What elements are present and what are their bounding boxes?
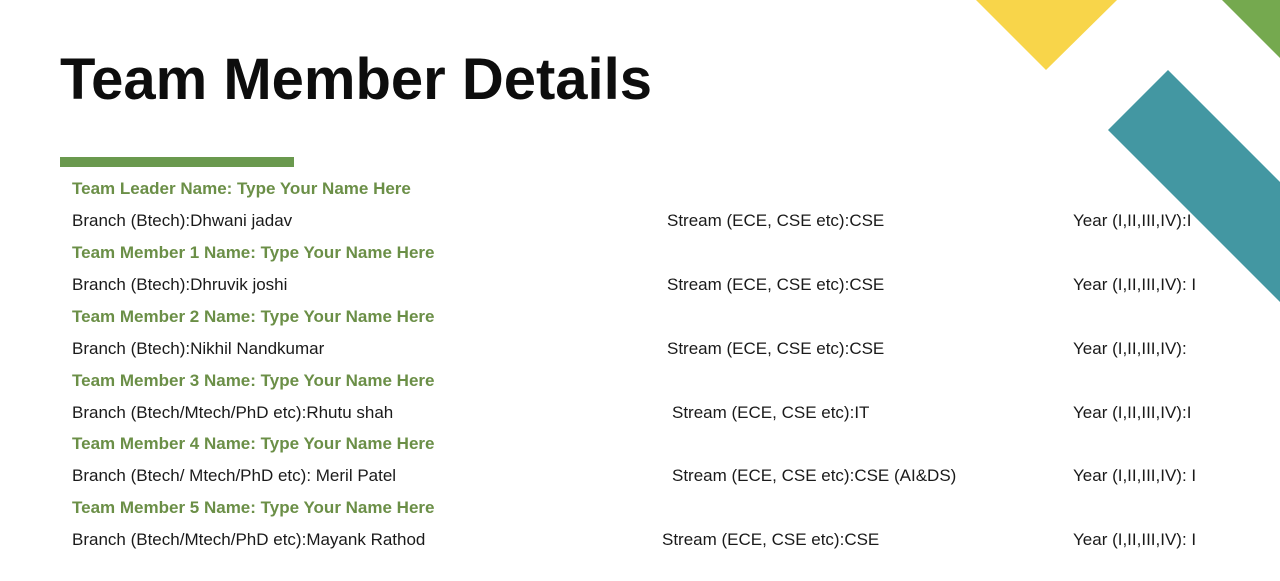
branch-field: Branch (Btech/ Mtech/PhD etc): Meril Pat… — [72, 466, 397, 485]
stream-field: Stream (ECE, CSE etc):CSE — [662, 530, 880, 549]
member-2-name: Team Member 2 Name: Type Your Name Here — [72, 307, 435, 326]
stream-field: Stream (ECE, CSE etc):CSE — [667, 275, 885, 294]
member-1-name: Team Member 1 Name: Type Your Name Here — [72, 243, 435, 262]
member-3-info-row: Branch (Btech/Mtech/PhD etc):Rhutu shah … — [0, 402, 1280, 424]
branch-field: Branch (Btech/Mtech/PhD etc):Rhutu shah — [72, 403, 394, 422]
branch-field: Branch (Btech/Mtech/PhD etc):Mayank Rath… — [72, 530, 426, 549]
member-3-name: Team Member 3 Name: Type Your Name Here — [72, 371, 435, 390]
member-5-info-row: Branch (Btech/Mtech/PhD etc):Mayank Rath… — [0, 529, 1280, 551]
member-4-name: Team Member 4 Name: Type Your Name Here — [72, 434, 435, 453]
year-field: Year (I,II,III,IV): — [1073, 339, 1187, 358]
year-field: Year (I,II,III,IV): I — [1073, 275, 1197, 294]
year-field: Year (I,II,III,IV):I — [1073, 211, 1192, 230]
branch-field: Branch (Btech):Dhruvik joshi — [72, 275, 288, 294]
branch-field: Branch (Btech):Nikhil Nandkumar — [72, 339, 325, 358]
team-leader-info-row: Branch (Btech):Dhwani jadav Stream (ECE,… — [0, 210, 1280, 232]
team-leader-name: Team Leader Name: Type Your Name Here — [72, 179, 411, 198]
year-field: Year (I,II,III,IV): I — [1073, 466, 1197, 485]
year-field: Year (I,II,III,IV): I — [1073, 530, 1197, 549]
branch-field: Branch (Btech):Dhwani jadav — [72, 211, 293, 230]
member-5-name: Team Member 5 Name: Type Your Name Here — [72, 498, 435, 517]
member-list: Team Leader Name: Type Your Name Here Br… — [0, 0, 1280, 581]
stream-field: Stream (ECE, CSE etc):IT — [672, 403, 870, 422]
year-field: Year (I,II,III,IV):I — [1073, 403, 1192, 422]
member-2-info-row: Branch (Btech):Nikhil Nandkumar Stream (… — [0, 338, 1280, 360]
stream-field: Stream (ECE, CSE etc):CSE (AI&DS) — [672, 466, 957, 485]
member-1-info-row: Branch (Btech):Dhruvik joshi Stream (ECE… — [0, 274, 1280, 296]
stream-field: Stream (ECE, CSE etc):CSE — [667, 339, 885, 358]
stream-field: Stream (ECE, CSE etc):CSE — [667, 211, 885, 230]
member-4-info-row: Branch (Btech/ Mtech/PhD etc): Meril Pat… — [0, 465, 1280, 487]
